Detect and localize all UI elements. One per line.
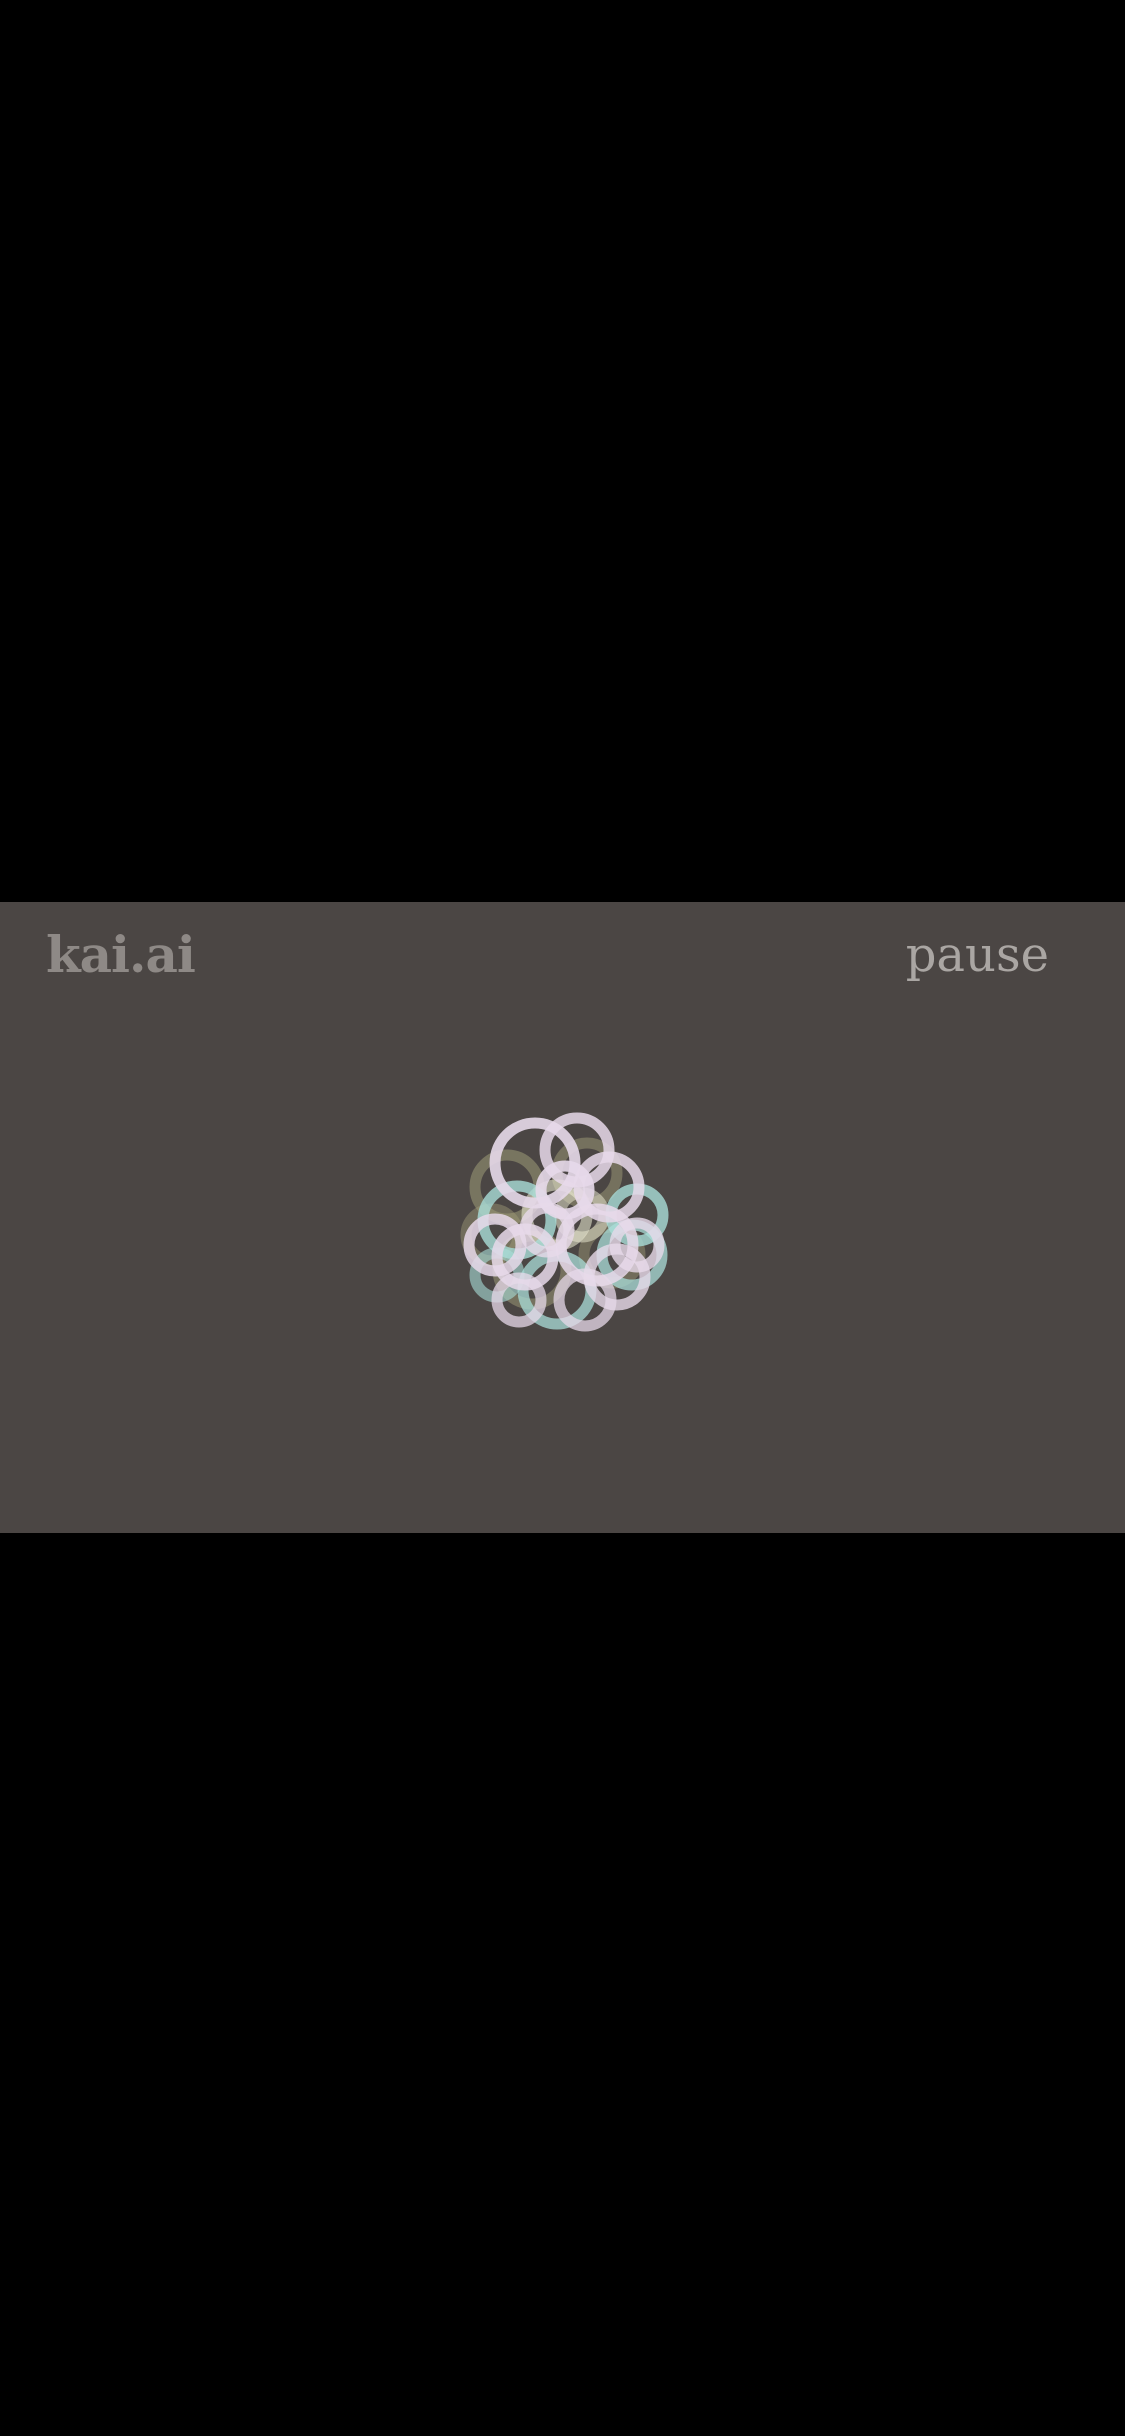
breathing-animation xyxy=(437,1095,687,1345)
breathing-flower-icon xyxy=(460,1112,669,1332)
brand-logo: kai.ai xyxy=(46,925,196,984)
screen: kai.ai pause xyxy=(0,0,1125,2436)
meditation-view: kai.ai pause xyxy=(0,902,1125,1533)
pause-button[interactable]: pause xyxy=(906,922,1049,989)
